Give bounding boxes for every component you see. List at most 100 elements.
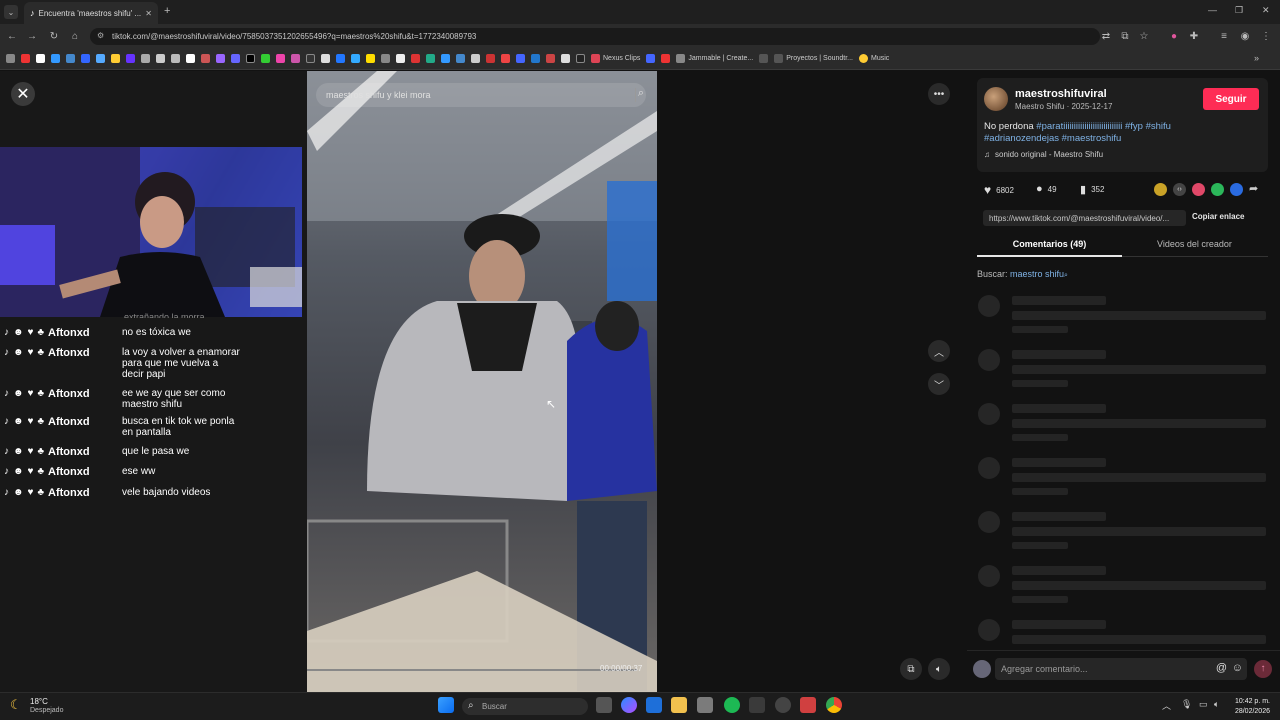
back-icon[interactable]: ← xyxy=(4,28,20,44)
app-icon[interactable] xyxy=(800,697,816,713)
share-repost-icon[interactable] xyxy=(1192,183,1205,196)
bookmark-icon[interactable] xyxy=(471,54,480,63)
bookmark-icon[interactable] xyxy=(81,54,90,63)
tiktok-bookmark-icon[interactable] xyxy=(246,54,255,63)
bookmark-icon[interactable] xyxy=(546,54,555,63)
bookmark-icon[interactable] xyxy=(261,54,270,63)
bookmark-nexus-clips[interactable]: Nexus Clips xyxy=(591,54,640,63)
bookmark-icon[interactable] xyxy=(576,54,585,63)
bookmark-icon[interactable] xyxy=(171,54,180,63)
bookmark-star-icon[interactable]: ☆ xyxy=(1136,28,1152,44)
minimize-icon[interactable]: — xyxy=(1208,5,1217,15)
bookmark-icon[interactable] xyxy=(186,54,195,63)
creator-username[interactable]: maestroshifuviral xyxy=(1015,88,1107,100)
x-bookmark-icon[interactable] xyxy=(306,54,315,63)
video-player[interactable] xyxy=(307,71,657,692)
bookmark-icon[interactable] xyxy=(276,54,285,63)
bookmark-icon[interactable] xyxy=(646,54,656,63)
video-link-field[interactable]: https://www.tiktok.com/@maestroshifuvira… xyxy=(983,210,1186,226)
weather-temp[interactable]: 18°C xyxy=(30,697,48,706)
tab-creator-videos[interactable]: Videos del creador xyxy=(1122,239,1267,249)
media-icon[interactable]: ≡ xyxy=(1216,28,1232,44)
picture-in-picture-button[interactable]: ⧉ xyxy=(900,658,922,680)
bookmark-icon[interactable] xyxy=(366,54,375,63)
sound-link[interactable]: ♫ sonido original - Maestro Shifu xyxy=(984,150,1103,159)
windows-start-icon[interactable] xyxy=(438,697,454,713)
task-view-icon[interactable] xyxy=(596,697,612,713)
file-explorer-icon[interactable] xyxy=(671,697,687,713)
maximize-icon[interactable]: ❐ xyxy=(1235,5,1243,16)
close-window-icon[interactable]: ✕ xyxy=(1262,5,1270,16)
forward-icon[interactable]: → xyxy=(24,28,40,44)
speaker-icon[interactable]: 🔈︎ xyxy=(1214,699,1219,710)
bookmark-icon[interactable] xyxy=(441,54,450,63)
facebook-icon[interactable] xyxy=(1230,183,1243,196)
follow-button[interactable]: Seguir xyxy=(1203,88,1259,110)
obs-icon[interactable] xyxy=(775,697,791,713)
bookmark-icon[interactable] xyxy=(426,54,435,63)
bookmark-icon[interactable] xyxy=(531,54,540,63)
bookmark-icon[interactable] xyxy=(216,54,225,63)
url-input[interactable]: ⚙ tiktok.com/@maestroshifuviral/video/75… xyxy=(90,28,1100,45)
profile-avatar-icon[interactable]: ◉ xyxy=(1237,28,1253,44)
related-search[interactable]: Buscar: maestro shifu⌕ xyxy=(977,269,1068,280)
bookmark-icon[interactable] xyxy=(661,54,671,63)
save-count[interactable]: ▮ 352 xyxy=(1080,183,1104,196)
weather-moon-icon[interactable]: ☾ xyxy=(10,697,22,713)
caption-hashtags[interactable]: #paratiiiiiiiiiiiiiiiiiiiiiiiiiiii #fyp … xyxy=(1036,121,1171,132)
extension-icon[interactable]: ● xyxy=(1166,28,1182,44)
more-bookmarks-icon[interactable]: » xyxy=(1254,53,1259,63)
bookmark-jammable[interactable]: Jammable | Create... xyxy=(676,54,753,63)
bookmark-icon[interactable] xyxy=(516,54,525,63)
progress-track[interactable] xyxy=(307,669,637,671)
user-avatar[interactable] xyxy=(973,660,991,678)
reload-icon[interactable]: ↻ xyxy=(46,28,62,44)
close-video-button[interactable]: ✕ xyxy=(11,82,35,106)
share-friend-icon[interactable] xyxy=(1154,183,1167,196)
bookmark-icon[interactable] xyxy=(111,54,120,63)
whatsapp-icon[interactable] xyxy=(1211,183,1224,196)
bookmark-icon[interactable] xyxy=(486,54,495,63)
new-tab-icon[interactable]: + xyxy=(164,5,170,17)
bookmark-icon[interactable] xyxy=(561,54,570,63)
bookmark-music[interactable]: Music xyxy=(859,54,889,63)
copilot-icon[interactable] xyxy=(621,697,637,713)
bookmark-icon[interactable] xyxy=(201,54,210,63)
search-icon[interactable]: ⌕ xyxy=(638,87,644,100)
menu-kebab-icon[interactable]: ⋮ xyxy=(1258,28,1274,44)
bookmark-icon[interactable] xyxy=(351,54,360,63)
tab-comments[interactable]: Comentarios (49) xyxy=(977,239,1122,249)
bookmark-icon[interactable] xyxy=(396,54,405,63)
mention-icon[interactable]: @ xyxy=(1216,662,1227,674)
share-arrow-icon[interactable]: ➦ xyxy=(1249,182,1258,195)
taskbar-search-input[interactable]: ⌕ Buscar xyxy=(462,698,588,715)
tab-list-icon[interactable]: ⌄ xyxy=(4,5,18,19)
microphone-icon[interactable]: 🎙︎ xyxy=(1181,699,1192,710)
embed-icon[interactable]: ‹› xyxy=(1173,183,1186,196)
like-count[interactable]: ♥ 6802 xyxy=(984,183,1014,197)
chrome-icon[interactable] xyxy=(826,697,842,713)
bookmark-icon[interactable] xyxy=(456,54,465,63)
bookmark-icon[interactable] xyxy=(21,54,30,63)
bookmark-icon[interactable] xyxy=(51,54,60,63)
bookmark-icon[interactable] xyxy=(66,54,75,63)
tray-chevron-icon[interactable]: ︿ xyxy=(1162,699,1171,712)
browser-tab-active[interactable]: ♪ Encuentra 'maestros shifu' ... ✕ xyxy=(24,2,158,24)
copy-link-button[interactable]: Copiar enlace xyxy=(1192,212,1244,221)
bookmark-icon[interactable] xyxy=(336,54,345,63)
emoji-icon[interactable]: ☺ xyxy=(1232,662,1243,674)
site-info-icon[interactable]: ⚙ xyxy=(97,31,104,40)
app-icon[interactable] xyxy=(749,697,765,713)
apps-icon[interactable] xyxy=(6,54,15,63)
caption-hashtags[interactable]: #adrianozendejas #maestroshifu xyxy=(984,133,1121,144)
volume-button[interactable]: 🔈︎ xyxy=(928,658,950,680)
bookmark-icon[interactable] xyxy=(36,54,45,63)
spotify-icon[interactable] xyxy=(724,697,740,713)
bookmark-icon[interactable] xyxy=(231,54,240,63)
send-comment-button[interactable]: ↑ xyxy=(1254,660,1272,678)
mail-icon[interactable] xyxy=(646,697,662,713)
bookmark-icon[interactable] xyxy=(759,54,769,63)
bookmark-icon[interactable] xyxy=(501,54,510,63)
comment-input[interactable]: Agregar comentario... @ ☺ xyxy=(995,658,1247,680)
bookmark-icon[interactable] xyxy=(291,54,300,63)
